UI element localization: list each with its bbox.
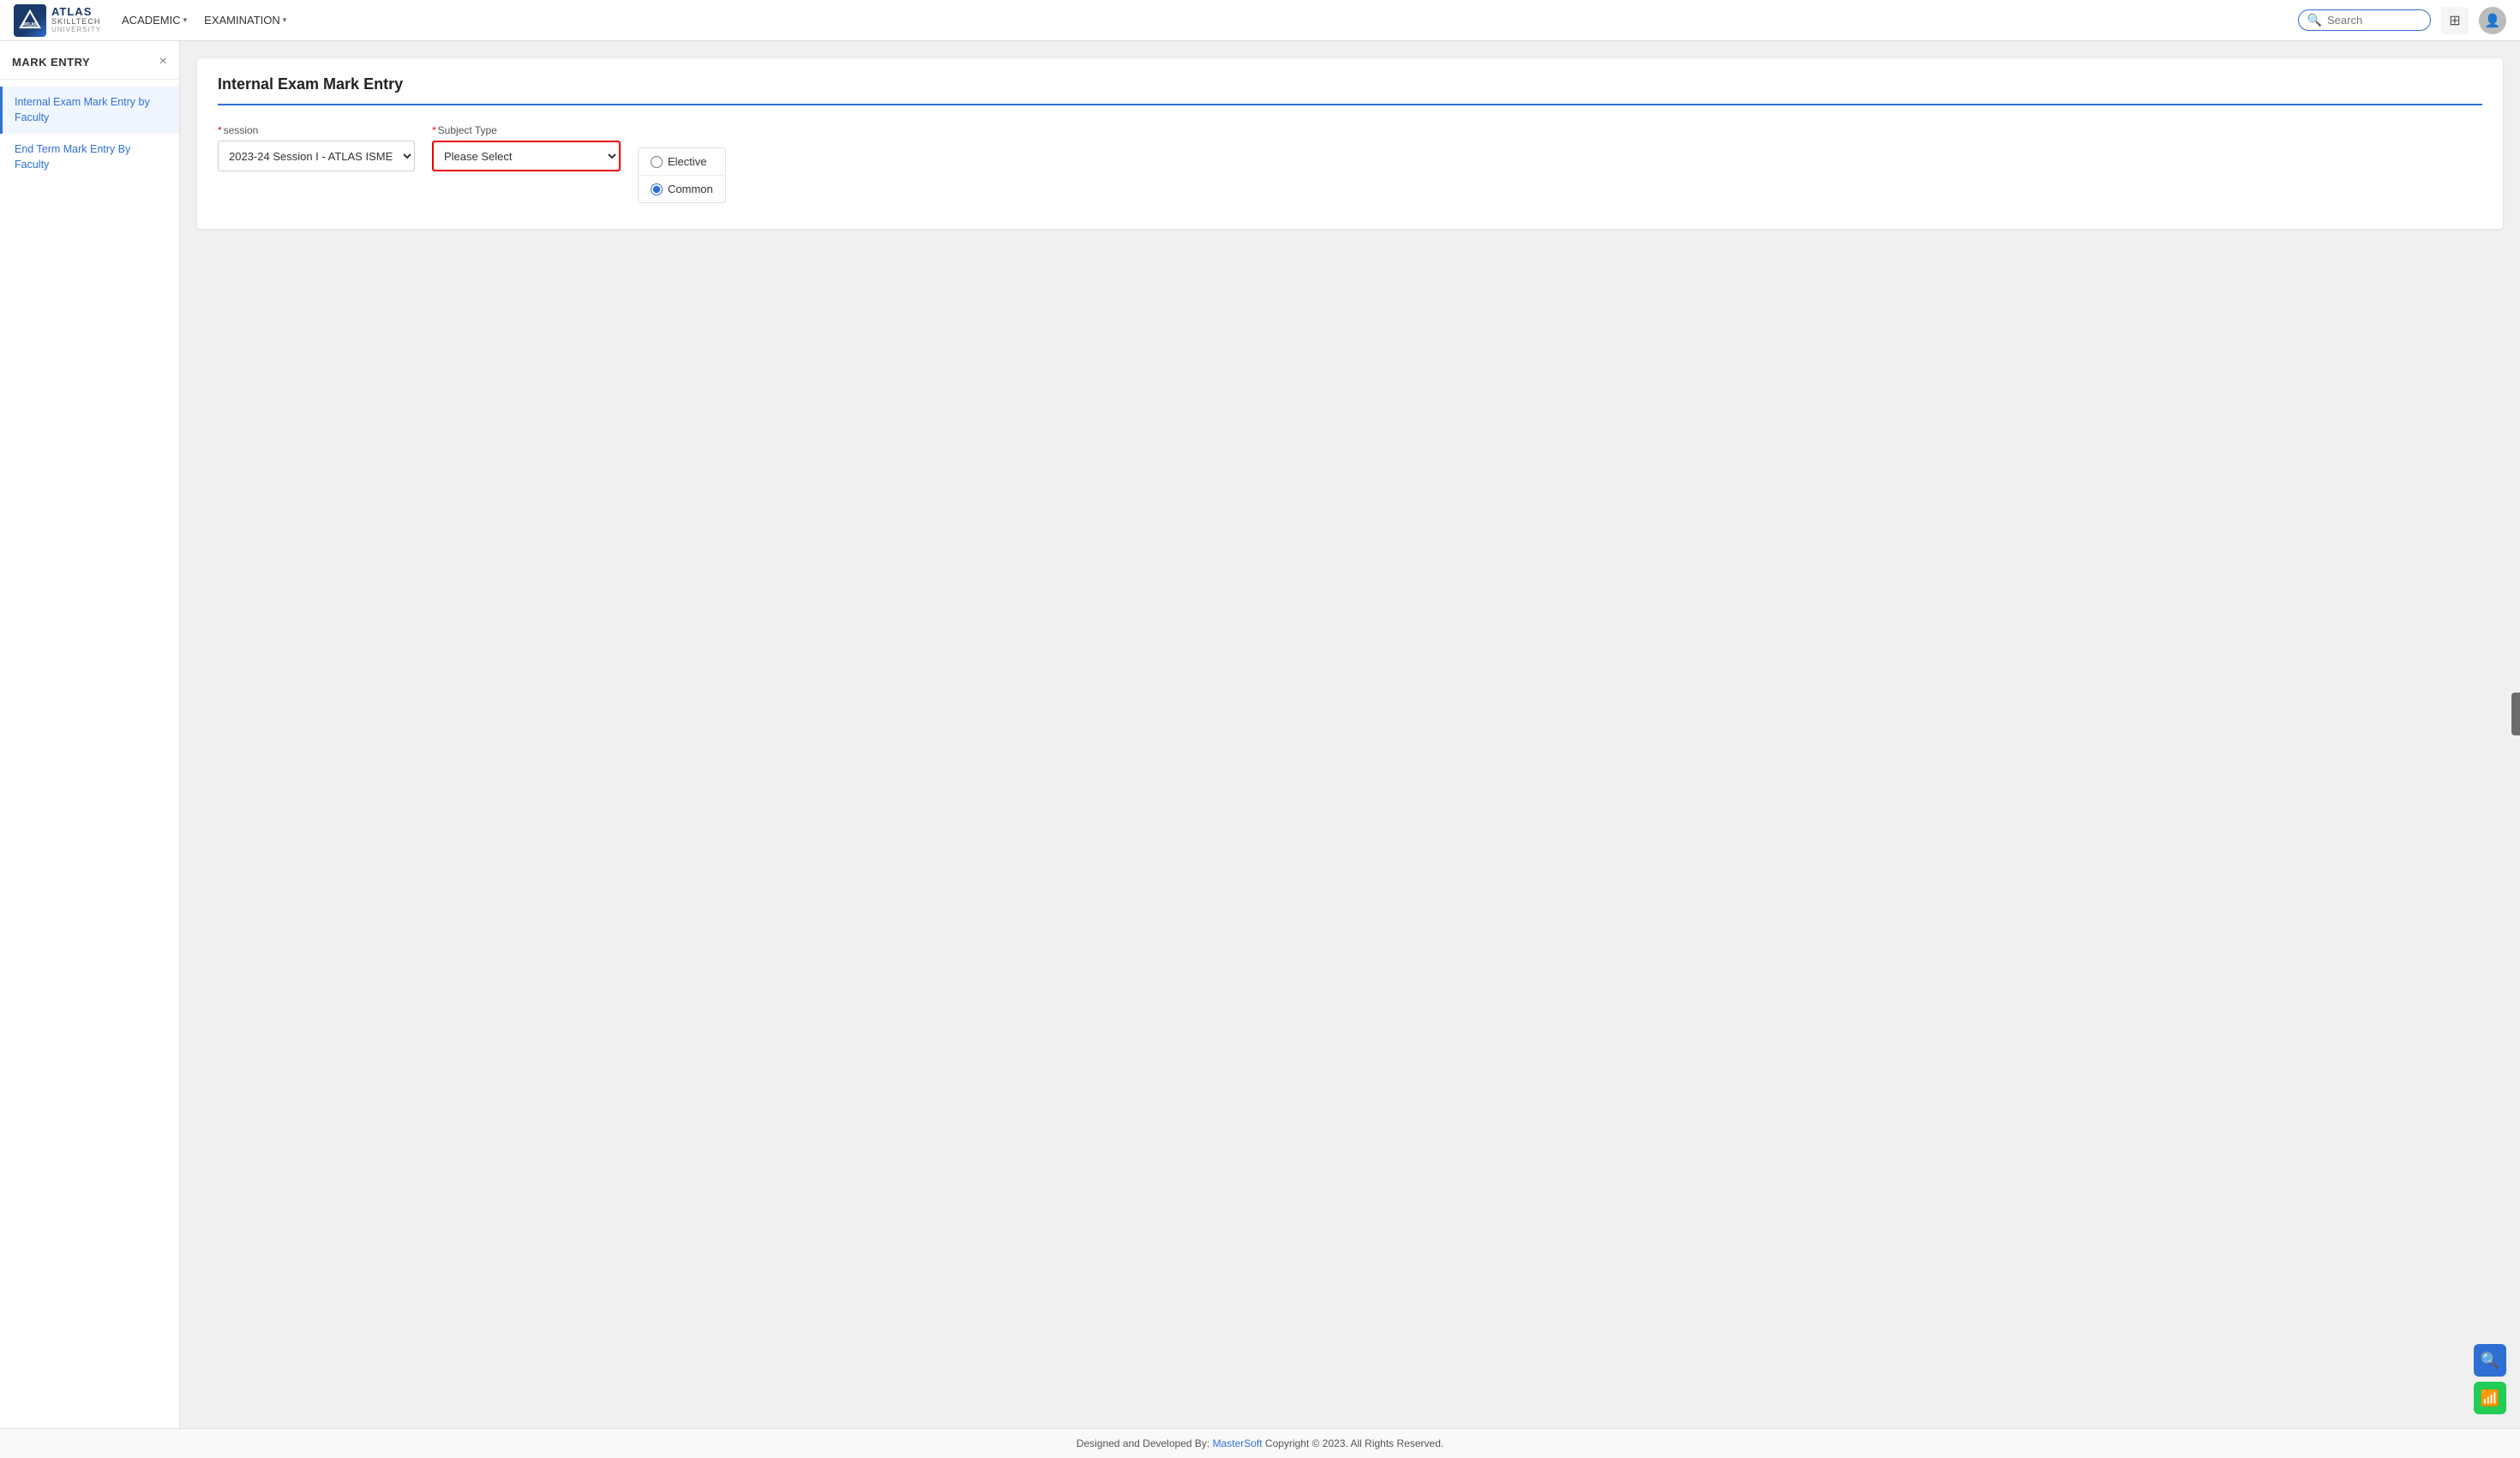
search-icon: 🔍 bbox=[2307, 13, 2322, 27]
main-card: Internal Exam Mark Entry *session 2023-2… bbox=[197, 58, 2503, 229]
bottom-widget: 🔍 📶 bbox=[2474, 1344, 2506, 1414]
wifi-icon: 📶 bbox=[2481, 1389, 2499, 1407]
logo-text: ATLAS SKILLTECH UNIVERSITY bbox=[51, 6, 101, 34]
footer-brand-link[interactable]: MasterSoft bbox=[1213, 1437, 1263, 1449]
form-row: *session 2023-24 Session I - ATLAS ISME … bbox=[218, 124, 2482, 203]
radio-elective-label: Elective bbox=[668, 155, 707, 168]
session-field: *session 2023-24 Session I - ATLAS ISME … bbox=[218, 124, 415, 171]
svg-text:ATLAS: ATLAS bbox=[23, 22, 38, 27]
logo-area: ATLAS ATLAS SKILLTECH UNIVERSITY bbox=[14, 4, 101, 37]
subject-type-required-star: * bbox=[432, 124, 436, 136]
footer-text-after: Copyright © 2023. All Rights Reserved. bbox=[1263, 1437, 1444, 1449]
card-title: Internal Exam Mark Entry bbox=[218, 75, 2482, 105]
grid-icon-button[interactable]: ⊞ bbox=[2441, 7, 2469, 34]
topnav-left: ATLAS ATLAS SKILLTECH UNIVERSITY ACADEMI… bbox=[14, 4, 286, 37]
radio-option-common[interactable]: Common bbox=[639, 176, 725, 202]
main-layout: MARK ENTRY × Internal Exam Mark Entry by… bbox=[0, 41, 2520, 1428]
avatar[interactable]: 👤 bbox=[2479, 7, 2506, 34]
search-widget-icon: 🔍 bbox=[2481, 1352, 2499, 1370]
logo-icon: ATLAS bbox=[14, 4, 46, 37]
nav-academic[interactable]: ACADEMIC ▾ bbox=[122, 14, 187, 27]
session-label: *session bbox=[218, 124, 415, 136]
sidebar-item-end-term[interactable]: End Term Mark Entry By Faculty bbox=[0, 134, 179, 181]
radio-common[interactable] bbox=[651, 183, 663, 195]
subject-type-label: *Subject Type bbox=[432, 124, 621, 136]
subject-type-field: *Subject Type Please Select Elective Com… bbox=[432, 124, 621, 171]
subject-type-radio-group: Elective Common bbox=[638, 147, 726, 203]
footer: Designed and Developed By: MasterSoft Co… bbox=[0, 1428, 2520, 1458]
search-box[interactable]: 🔍 bbox=[2298, 9, 2431, 31]
session-select[interactable]: 2023-24 Session I - ATLAS ISME Scho... bbox=[218, 141, 415, 171]
sidebar: MARK ENTRY × Internal Exam Mark Entry by… bbox=[0, 41, 180, 1428]
nav-examination[interactable]: EXAMINATION ▾ bbox=[204, 14, 286, 27]
session-required-star: * bbox=[218, 124, 222, 136]
nav-links: ACADEMIC ▾ EXAMINATION ▾ bbox=[122, 14, 286, 27]
sidebar-item-internal-exam[interactable]: Internal Exam Mark Entry by Faculty bbox=[0, 87, 179, 134]
search-widget-button[interactable]: 🔍 bbox=[2474, 1344, 2506, 1377]
search-input[interactable] bbox=[2327, 14, 2421, 27]
content-area: Internal Exam Mark Entry *session 2023-2… bbox=[180, 41, 2520, 1428]
sidebar-items: Internal Exam Mark Entry by Faculty End … bbox=[0, 87, 179, 181]
examination-caret: ▾ bbox=[283, 15, 287, 25]
scroll-tab[interactable] bbox=[2511, 693, 2520, 735]
topnav-right: 🔍 ⊞ 👤 bbox=[2298, 7, 2506, 34]
wifi-widget-button[interactable]: 📶 bbox=[2474, 1382, 2506, 1414]
subject-type-select[interactable]: Please Select Elective Common bbox=[432, 141, 621, 171]
footer-text-before: Designed and Developed By: bbox=[1077, 1437, 1213, 1449]
sidebar-header: MARK ENTRY × bbox=[0, 55, 179, 80]
sidebar-item-end-term-label: End Term Mark Entry By Faculty bbox=[15, 142, 167, 172]
avatar-icon: 👤 bbox=[2485, 13, 2501, 28]
radio-common-label: Common bbox=[668, 183, 713, 195]
radio-option-elective[interactable]: Elective bbox=[639, 148, 725, 176]
grid-icon: ⊞ bbox=[2449, 12, 2460, 29]
academic-caret: ▾ bbox=[183, 15, 188, 25]
sidebar-close-button[interactable]: × bbox=[159, 55, 167, 69]
radio-elective[interactable] bbox=[651, 156, 663, 168]
radio-group-field: Elective Common bbox=[638, 124, 726, 203]
topnav: ATLAS ATLAS SKILLTECH UNIVERSITY ACADEMI… bbox=[0, 0, 2520, 41]
sidebar-item-internal-exam-label: Internal Exam Mark Entry by Faculty bbox=[15, 95, 167, 125]
sidebar-title: MARK ENTRY bbox=[12, 56, 90, 69]
